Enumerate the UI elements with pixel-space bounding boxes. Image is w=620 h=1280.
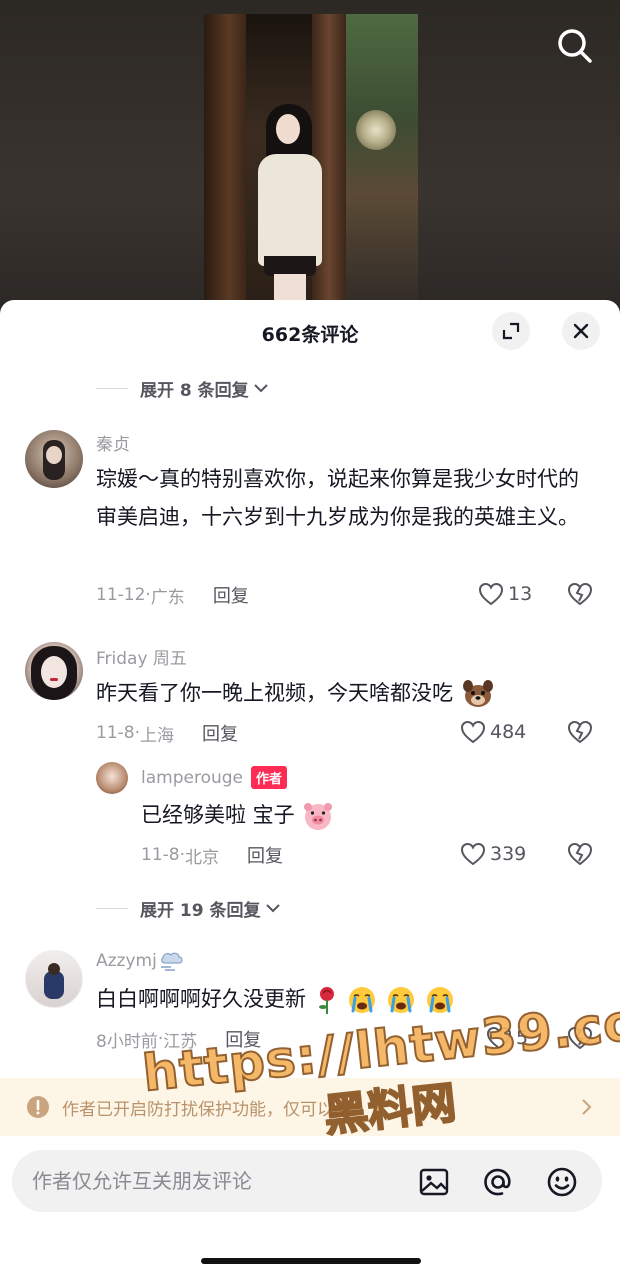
reply-button[interactable]: 回复	[202, 720, 238, 746]
expand-replies-label: 展开 8 条回复	[140, 380, 249, 401]
warning-icon	[27, 1096, 49, 1118]
reply-meta: 11-8 · 北京 回复	[141, 842, 283, 868]
reply-text-content: 已经够美啦 宝子	[141, 803, 295, 827]
emoji-icon[interactable]	[546, 1166, 578, 1198]
comment-username-row: Azzymj	[96, 950, 185, 972]
comment-meta: 11-8 · 上海 回复	[96, 720, 238, 746]
reply-date: 11-8	[141, 845, 180, 865]
close-button[interactable]	[562, 312, 600, 350]
notice-text: 作者已开启防打扰保护功能，仅可以...	[62, 1099, 351, 1120]
avatar[interactable]	[96, 762, 128, 794]
comment-username[interactable]: Azzymj	[96, 951, 157, 971]
comment-text-content: 白白啊啊啊好久没更新	[96, 987, 306, 1011]
expand-replies-label: 展开 19 条回复	[140, 900, 261, 921]
like-button[interactable]: 13	[478, 582, 532, 606]
dog-emoji-icon	[462, 680, 493, 707]
broken-heart-icon[interactable]	[567, 842, 593, 866]
like-count: 5	[516, 1027, 529, 1049]
image-icon[interactable]	[418, 1166, 450, 1198]
like-button[interactable]: 5	[486, 1026, 528, 1050]
heart-icon	[478, 582, 504, 606]
close-icon	[573, 323, 589, 339]
comment-location: 江苏	[163, 1031, 198, 1052]
chevron-down-icon	[253, 384, 268, 393]
comment-username[interactable]: Friday 周五	[96, 644, 187, 669]
reply-text: 已经够美啦 宝子	[141, 796, 581, 834]
reply-button[interactable]: 回复	[213, 582, 249, 608]
like-button[interactable]: 484	[460, 720, 526, 744]
like-button[interactable]: 339	[460, 842, 526, 866]
chevron-down-icon	[265, 904, 280, 913]
comment-date: 8小时前	[96, 1031, 158, 1052]
reply-username-row: lamperouge 作者	[141, 766, 288, 789]
comment-date: 11-8	[96, 723, 135, 743]
broken-heart-icon[interactable]	[567, 1026, 593, 1050]
crying-emoji-icon	[426, 987, 453, 1013]
comment-date: 11-12	[96, 585, 146, 605]
comment-username[interactable]: 秦贞	[96, 430, 130, 455]
comment-text: 白白啊啊啊好久没更新	[96, 980, 596, 1018]
video-thumbnail[interactable]	[204, 14, 418, 314]
reply-button[interactable]: 回复	[247, 842, 283, 868]
comment-text-content: 昨天看了你一晚上视频，今天啥都没吃	[96, 681, 453, 705]
like-count: 484	[490, 721, 527, 743]
expand-replies-button[interactable]: 展开 19 条回复	[96, 896, 281, 921]
video-background[interactable]	[0, 0, 620, 320]
comment-text: 昨天看了你一晚上视频，今天啥都没吃	[96, 674, 596, 712]
crying-emoji-icon	[388, 987, 415, 1013]
heart-icon	[460, 842, 486, 866]
like-count: 339	[490, 843, 527, 865]
protection-notice[interactable]: 作者已开启防打扰保护功能，仅可以...	[0, 1078, 620, 1136]
author-badge: 作者	[251, 766, 288, 789]
comment-input[interactable]	[32, 1150, 412, 1212]
comment-text: 琮媛～真的特别喜欢你，说起来你算是我少女时代的审美启迪，十六岁到十九岁成为你是我…	[96, 467, 579, 529]
heart-icon	[486, 1026, 512, 1050]
broken-heart-icon[interactable]	[567, 582, 593, 606]
rose-emoji-icon	[318, 987, 334, 1014]
home-indicator	[201, 1258, 421, 1264]
comment-input-bar	[12, 1150, 602, 1212]
broken-heart-icon[interactable]	[567, 720, 593, 744]
search-icon[interactable]	[556, 26, 594, 66]
heart-icon	[460, 720, 486, 744]
at-mention-icon[interactable]	[482, 1166, 514, 1198]
crying-emoji-icon	[349, 987, 376, 1013]
avatar[interactable]	[25, 950, 83, 1008]
comment-location: 上海	[140, 725, 174, 746]
like-count: 13	[508, 583, 533, 605]
comment-meta: 8小时前 · 江苏 回复	[96, 1026, 261, 1052]
expand-sheet-button[interactable]	[492, 312, 530, 350]
reply-location: 北京	[185, 847, 219, 868]
chevron-right-icon	[582, 1099, 592, 1115]
reply-button[interactable]: 回复	[225, 1026, 261, 1052]
avatar[interactable]	[25, 430, 83, 488]
divider	[96, 907, 128, 909]
comment-location: 广东	[150, 587, 185, 608]
divider	[96, 387, 128, 389]
reply-username[interactable]: lamperouge	[141, 768, 243, 788]
dash-emoji-icon	[160, 952, 183, 971]
avatar[interactable]	[25, 642, 83, 700]
comment-meta: 11-12 · 广东 回复	[96, 582, 249, 608]
expand-replies-button[interactable]: 展开 8 条回复	[96, 376, 269, 401]
expand-icon	[502, 322, 520, 340]
comments-sheet: 662条评论 展开 8 条回复 秦贞 琮媛～真的特别喜欢你，说起来你算是我少女时…	[0, 300, 620, 1280]
pig-emoji-icon	[304, 803, 333, 830]
